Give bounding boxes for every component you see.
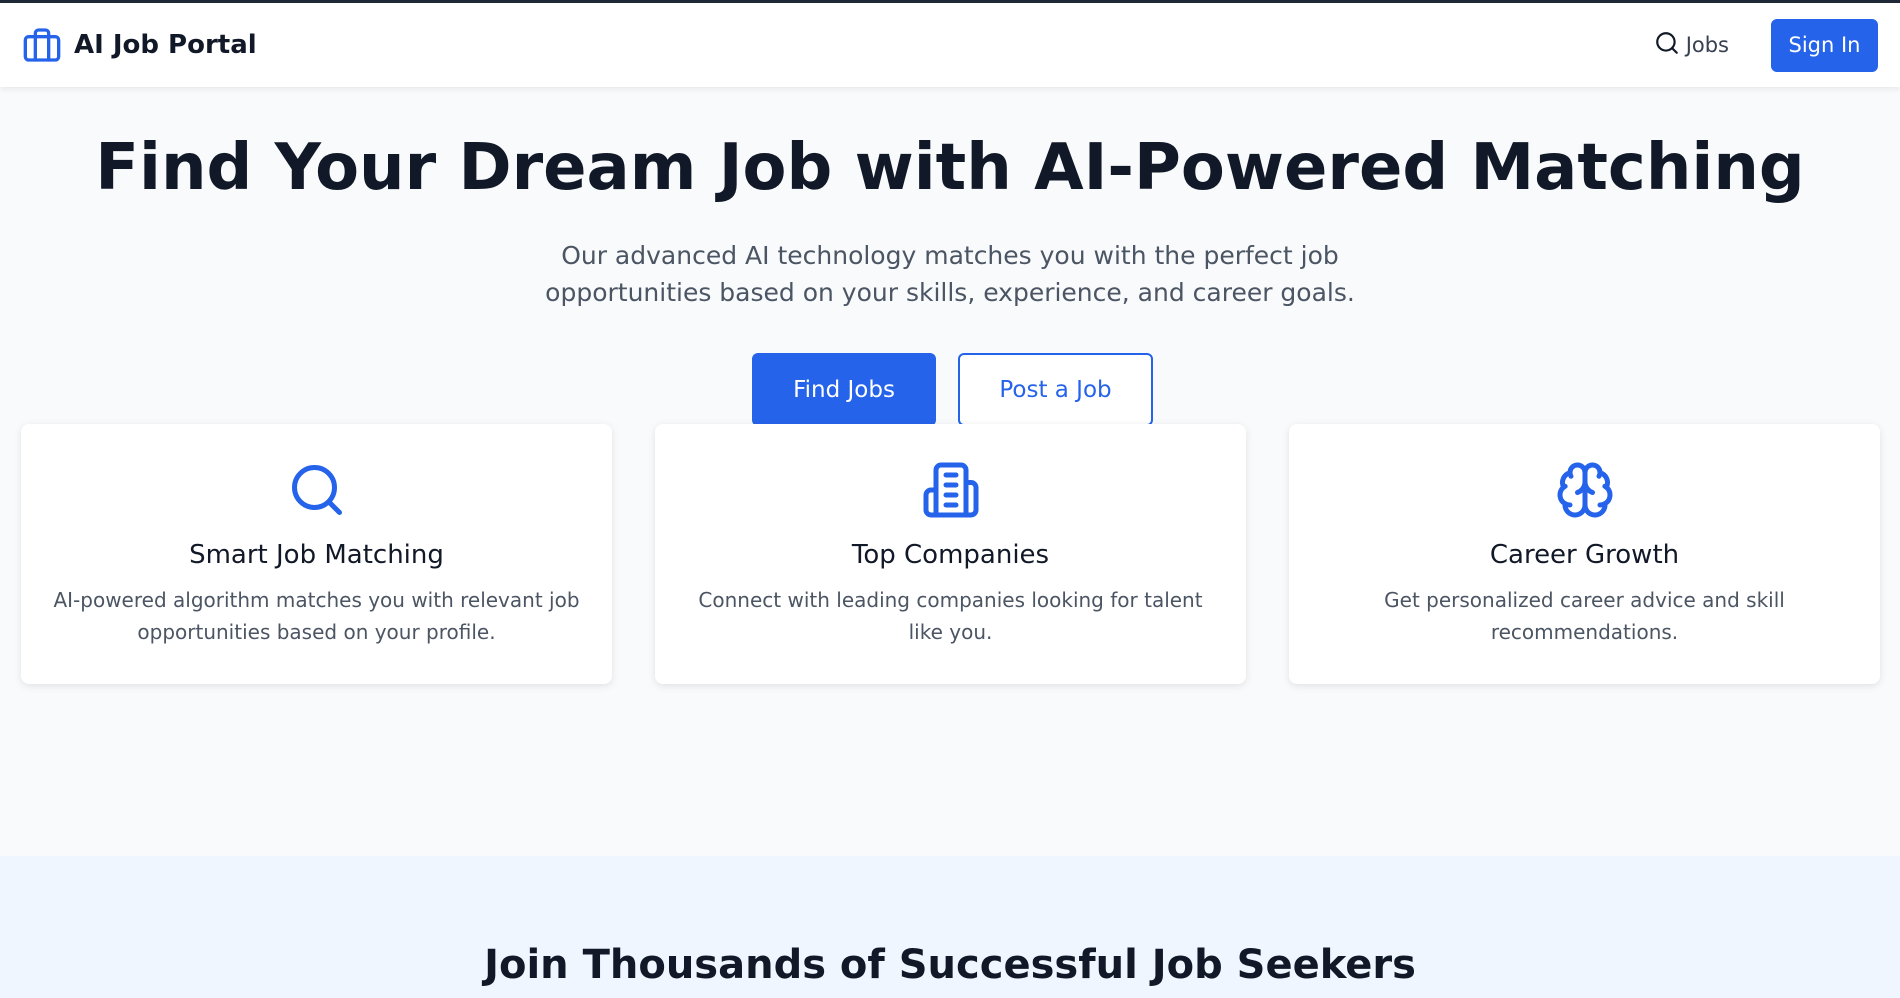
brand-name: AI Job Portal [74, 30, 257, 60]
post-job-button[interactable]: Post a Job [958, 353, 1153, 426]
sign-in-button[interactable]: Sign In [1771, 18, 1878, 72]
feature-title: Career Growth [1489, 540, 1680, 570]
feature-description: AI-powered algorithm matches you with re… [53, 588, 580, 644]
join-section: Join Thousands of Successful Job Seekers [0, 856, 1900, 998]
feature-card-smart-matching: Smart Job Matching AI-powered algorithm … [21, 424, 612, 684]
nav-jobs-label: Jobs [1685, 33, 1729, 57]
search-icon [21, 460, 612, 520]
find-jobs-button[interactable]: Find Jobs [752, 353, 936, 426]
nav-jobs-link[interactable]: Jobs [1654, 30, 1729, 61]
feature-title: Smart Job Matching [189, 540, 444, 570]
nav-actions: Jobs Sign In [1654, 18, 1878, 72]
building-icon [655, 460, 1246, 520]
navbar: AI Job Portal Jobs Sign In [0, 3, 1900, 87]
briefcase-icon [22, 25, 62, 65]
brain-icon [1289, 460, 1880, 520]
hero-actions: Find Jobs Post a Job [0, 353, 1900, 426]
feature-description: Get personalized career advice and skill… [1384, 588, 1785, 644]
feature-description: Connect with leading companies looking f… [698, 588, 1203, 644]
brand[interactable]: AI Job Portal [22, 25, 257, 65]
features-section: Smart Job Matching AI-powered algorithm … [21, 424, 1880, 684]
feature-card-top-companies: Top Companies Connect with leading compa… [655, 424, 1246, 684]
hero-subtitle: Our advanced AI technology matches you w… [545, 241, 1355, 307]
feature-title: Top Companies [851, 540, 1050, 570]
feature-card-career-growth: Career Growth Get personalized career ad… [1289, 424, 1880, 684]
search-icon [1654, 30, 1680, 61]
hero-title: Find Your Dream Job with AI-Powered Matc… [95, 131, 1805, 205]
join-title: Join Thousands of Successful Job Seekers [484, 942, 1416, 988]
